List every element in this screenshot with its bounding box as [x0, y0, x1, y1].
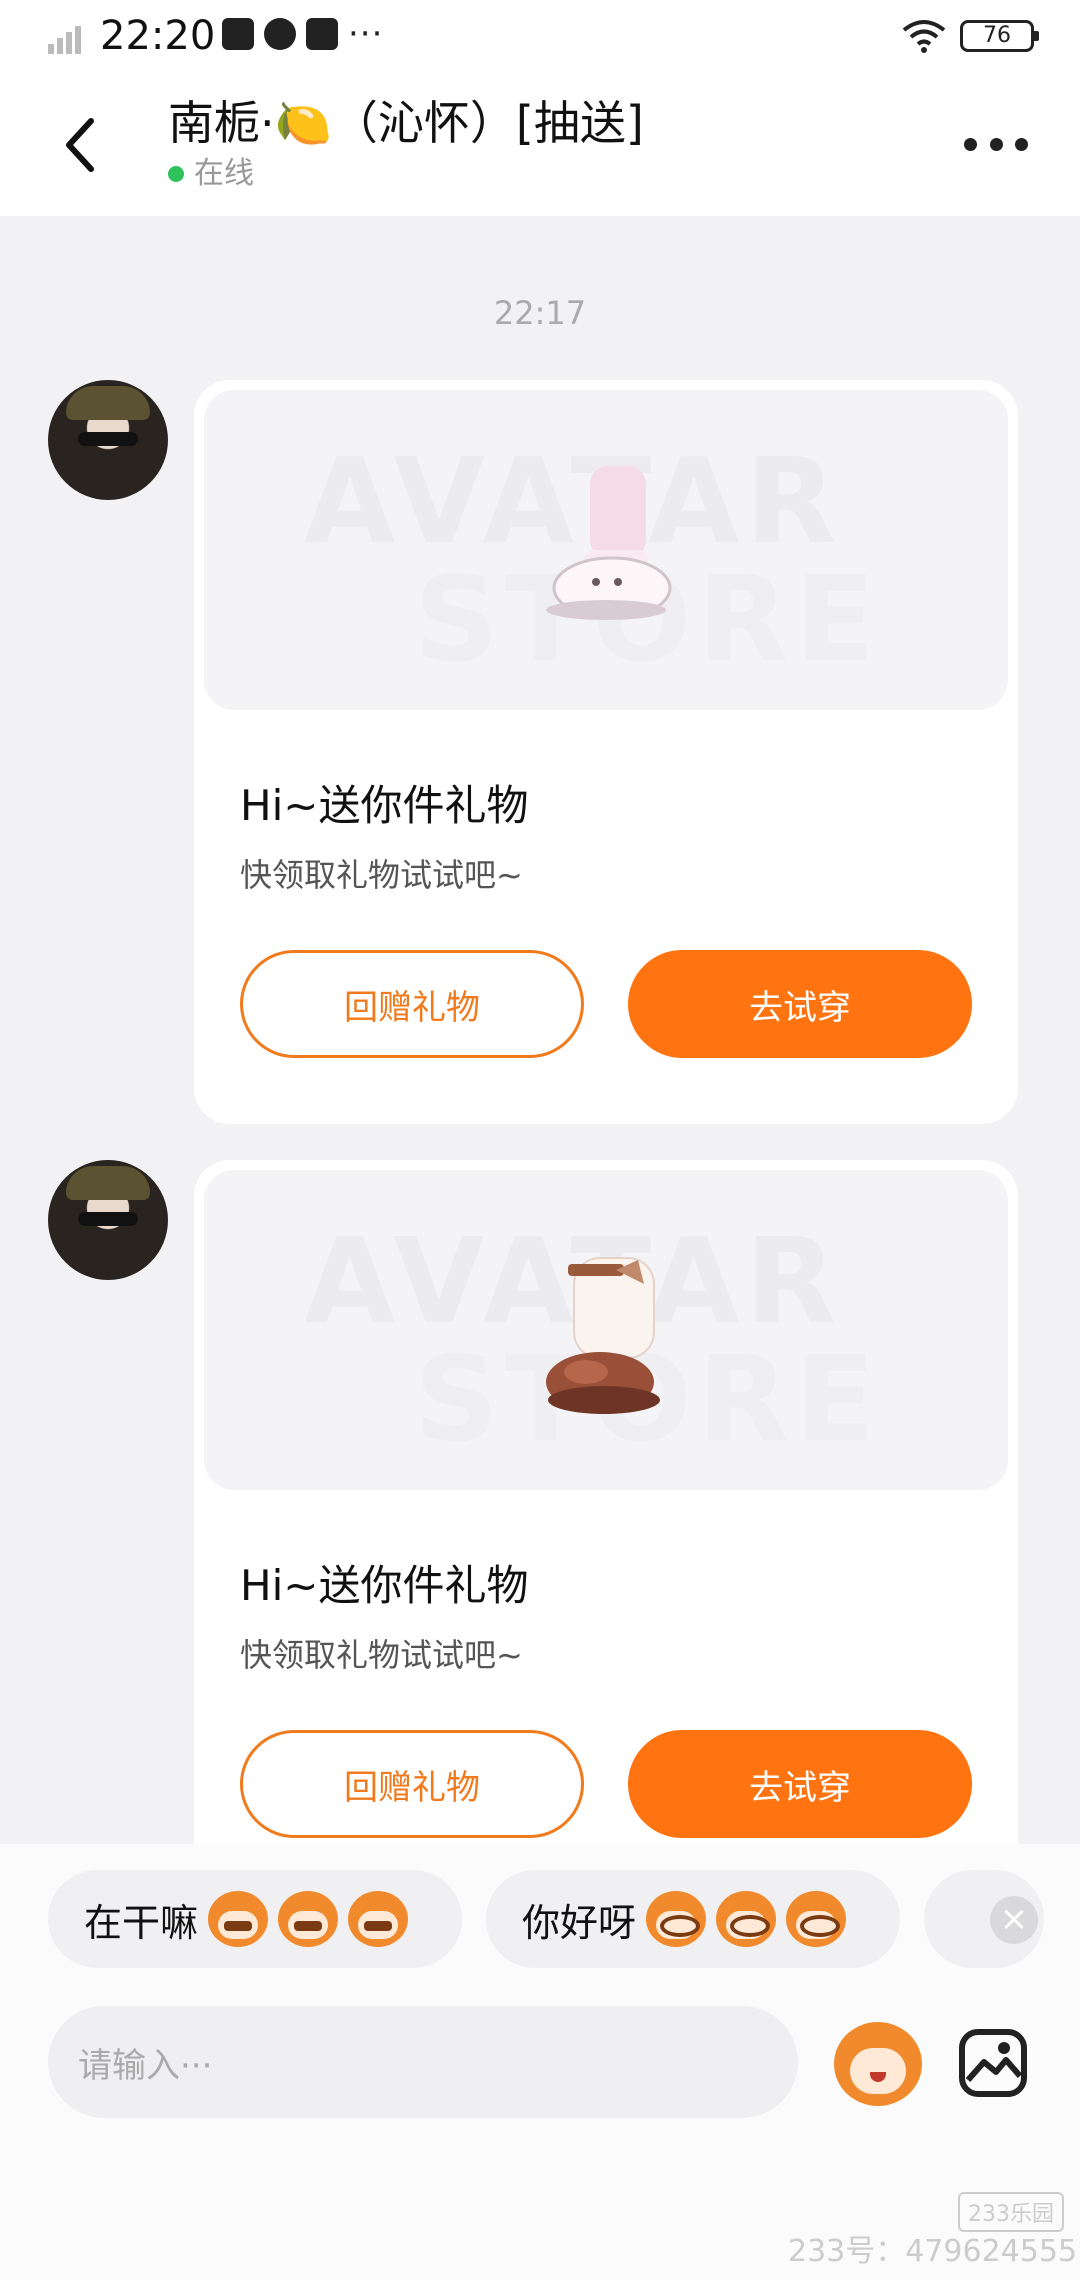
- gift-title: Hi~送你件礼物: [240, 781, 529, 830]
- online-dot-icon: [168, 166, 184, 182]
- return-gift-button[interactable]: 回赠礼物: [240, 950, 584, 1058]
- avatar-glasses: [78, 432, 138, 446]
- signal-icon: [48, 26, 81, 54]
- gift-card[interactable]: AVATAR STORE Hi~送你件礼物 快领取礼物试试吧~ 回赠礼物 去试穿: [194, 380, 1018, 1124]
- wifi-icon: [902, 20, 946, 53]
- status-bar: 22:20 ··· 76: [0, 0, 1080, 72]
- quick-reply-emojis: [208, 1891, 409, 1947]
- gift-card[interactable]: AVATAR STORE Hi~送你件礼物 快领取礼物试试吧~ 回赠礼物 去试穿: [194, 1160, 1018, 1904]
- more-dot: [1015, 137, 1028, 151]
- notification-icons: ···: [222, 14, 384, 54]
- more-dot: [964, 137, 977, 151]
- pink-boots-icon: [546, 466, 672, 620]
- calendar-icon: [222, 18, 254, 50]
- avatar-hat: [66, 386, 150, 420]
- more-dot: [989, 137, 1003, 151]
- gift-subtitle: 快领取礼物试试吧~: [240, 856, 523, 894]
- quick-reply-chip[interactable]: 你好呀: [486, 1870, 900, 1968]
- app-watermark-id: 233号：479624555: [788, 2234, 1078, 2269]
- message-timestamp: 22:17: [493, 294, 587, 332]
- emoji-mascot-icon[interactable]: [834, 2022, 922, 2106]
- planet-icon: [264, 18, 296, 50]
- quick-reply-label: 在干嘛: [84, 1900, 199, 1945]
- composer-panel: 在干嘛 你好呀 × 请输入···: [0, 1844, 1080, 2280]
- try-on-button[interactable]: 去试穿: [628, 1730, 972, 1838]
- return-gift-button[interactable]: 回赠礼物: [240, 1730, 584, 1838]
- gift-image[interactable]: AVATAR STORE: [204, 1170, 1008, 1490]
- status-time: 22:20: [100, 13, 216, 59]
- online-status-label: 在线: [194, 156, 254, 191]
- quick-reply-label: 你好呀: [522, 1900, 637, 1945]
- grin-emoji-icon: [208, 1891, 269, 1947]
- quick-reply-chip[interactable]: 在干嘛: [48, 1870, 462, 1968]
- mail-icon: [306, 18, 338, 50]
- sender-avatar[interactable]: [48, 380, 168, 500]
- gift-title: Hi~送你件礼物: [240, 1561, 529, 1610]
- grin-emoji-icon: [278, 1891, 339, 1947]
- chat-header: 南栀·🍋（沁怀）[抽送] 在线: [0, 72, 1080, 216]
- image-picker-icon[interactable]: [958, 2028, 1028, 2098]
- avatar-glasses: [78, 1212, 138, 1226]
- online-status: 在线: [168, 154, 254, 194]
- surprised-emoji-icon: [716, 1891, 777, 1947]
- grin-emoji-icon: [348, 1891, 409, 1947]
- battery-indicator: 76: [960, 20, 1039, 52]
- try-on-button[interactable]: 去试穿: [628, 950, 972, 1058]
- back-button[interactable]: [50, 110, 110, 180]
- avatar-hat: [66, 1166, 150, 1200]
- quick-reply-emojis: [646, 1891, 847, 1947]
- more-notifications-icon: ···: [348, 14, 384, 54]
- close-quick-replies-button[interactable]: ×: [990, 1896, 1038, 1944]
- brown-fur-boots-icon: [546, 1257, 660, 1414]
- gift-image[interactable]: AVATAR STORE: [204, 390, 1008, 710]
- more-button[interactable]: [964, 122, 1028, 166]
- chevron-left-icon: [66, 118, 94, 172]
- sender-avatar[interactable]: [48, 1160, 168, 1280]
- message-input[interactable]: 请输入···: [48, 2006, 798, 2118]
- chat-title: 南栀·🍋（沁怀）[抽送]: [168, 96, 644, 150]
- surprised-emoji-icon: [646, 1891, 707, 1947]
- gift-subtitle: 快领取礼物试试吧~: [240, 1636, 523, 1674]
- surprised-emoji-icon: [786, 1891, 847, 1947]
